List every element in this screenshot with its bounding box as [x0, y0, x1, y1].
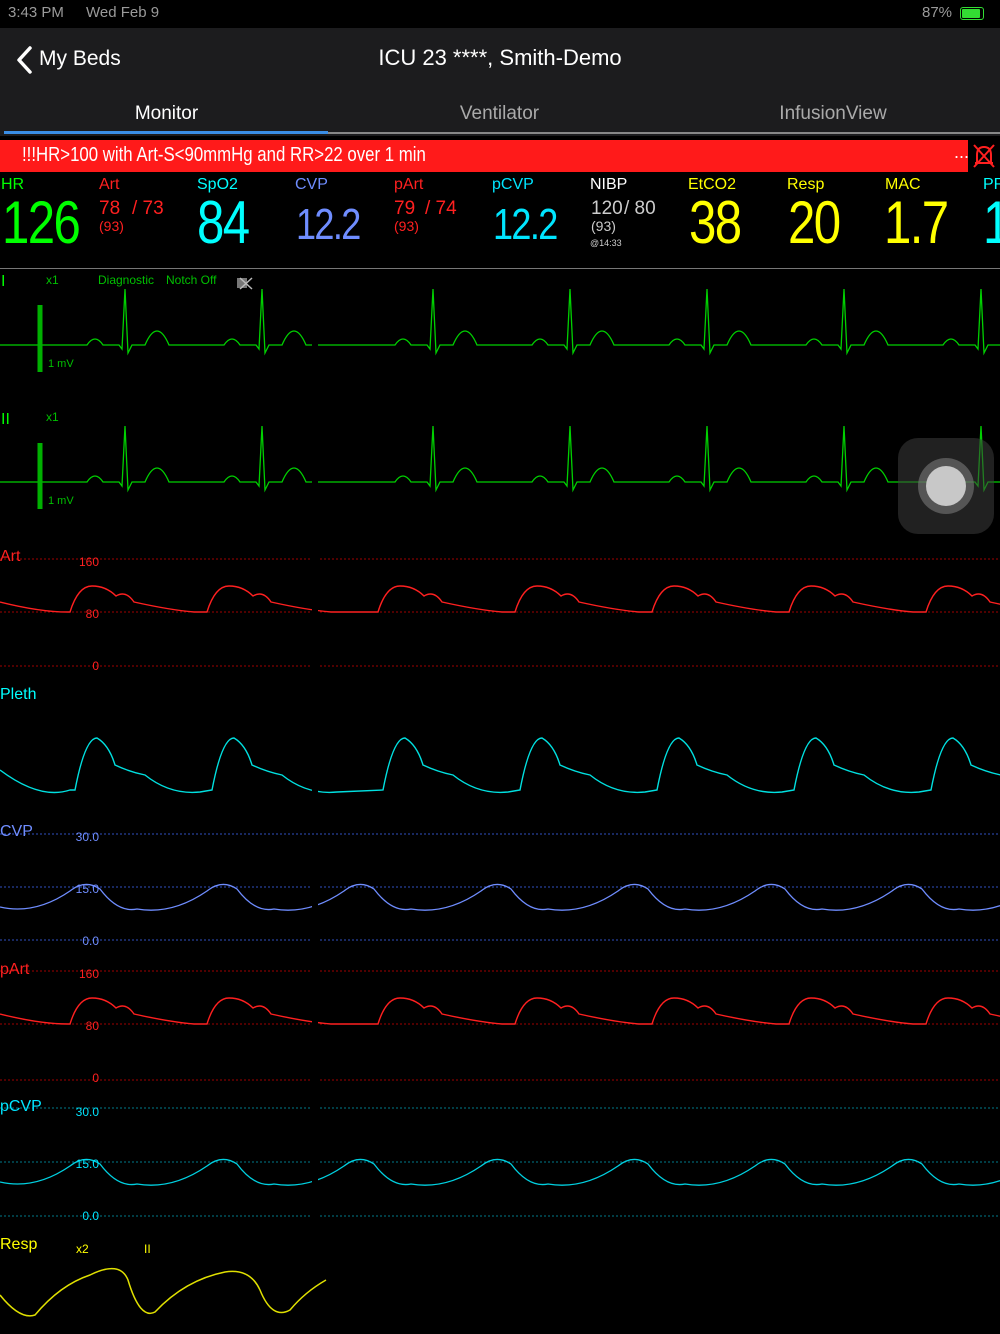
resp-wave-label: Resp [0, 1236, 38, 1253]
ecg1-gain: x1 [46, 273, 59, 287]
ecg1-label: I [1, 273, 6, 290]
art-wave-label: Art [0, 548, 21, 565]
cvp-scale-mid: 15.0 [75, 882, 99, 896]
ecg1-cal: 1 mV [48, 358, 74, 370]
art-scale-low: 0 [92, 659, 99, 673]
part-wave-label: pArt [0, 961, 30, 978]
cvp-scale-high: 30.0 [75, 830, 99, 844]
art-trace [0, 585, 1000, 613]
ecg2-trace [0, 425, 1000, 493]
ecg2-cal: 1 mV [48, 495, 74, 507]
part-scale-mid: 80 [85, 1019, 99, 1033]
pcvp-scale-low: 0.0 [82, 1209, 99, 1223]
part-trace [0, 997, 1000, 1025]
cvp-trace [0, 883, 1000, 911]
cvp-scale-low: 0.0 [82, 934, 99, 948]
assistive-touch-icon [926, 466, 966, 506]
waveform-canvas [0, 285, 1000, 1317]
pleth-trace [0, 737, 1000, 794]
part-scale-high: 160 [78, 967, 99, 981]
pcvp-scale-mid: 15.0 [75, 1157, 99, 1171]
pcvp-wave-label: pCVP [0, 1098, 42, 1115]
pcvp-trace [0, 1158, 1000, 1186]
ecg1-trace [0, 288, 1000, 356]
cvp-wave-label: CVP [0, 823, 33, 840]
pcvp-scale-high: 30.0 [75, 1105, 99, 1119]
art-scale-mid: 80 [85, 607, 99, 621]
pleth-label: Pleth [0, 686, 37, 703]
part-scale-low: 0 [92, 1071, 99, 1085]
ecg1-mode: Diagnostic [98, 273, 155, 287]
sweep-gap-lower [312, 840, 318, 1230]
ecg2-label: II [1, 411, 10, 428]
ecg2-gain: x1 [46, 410, 59, 424]
resp-trace [0, 1267, 327, 1317]
resp-lead: II [144, 1242, 151, 1256]
pacer-off-icon [237, 277, 253, 290]
assistive-touch-button[interactable] [898, 438, 994, 534]
resp-gain: x2 [76, 1242, 89, 1256]
ecg1-notch: Notch Off [166, 273, 217, 287]
sweep-gap [312, 285, 318, 815]
art-scale-high: 160 [78, 555, 99, 569]
